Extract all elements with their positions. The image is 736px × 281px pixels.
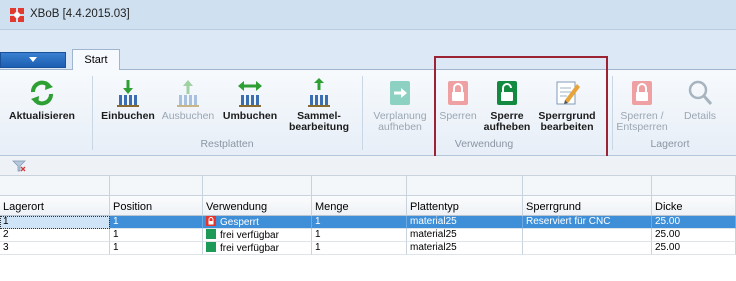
cell-position[interactable]: 1 — [110, 216, 203, 229]
einbuchen-button[interactable]: Einbuchen — [100, 78, 156, 122]
chevron-down-icon — [29, 57, 37, 62]
column-header-sperrgrund[interactable]: Sperrgrund — [523, 196, 652, 216]
clear-filter-icon[interactable] — [12, 160, 26, 172]
filter-cell[interactable] — [0, 176, 110, 196]
column-header-verwendung[interactable]: Verwendung — [203, 196, 312, 216]
quick-access-strip — [0, 30, 736, 46]
verplanung-label-2: aufheben — [378, 121, 422, 133]
verwendung-text: Gesperrt — [220, 217, 259, 228]
cell-verwendung[interactable]: Gesperrt — [203, 216, 312, 229]
window-title: XBoB [4.4.2015.03] — [30, 8, 130, 20]
filter-cell[interactable] — [203, 176, 312, 196]
cell-dicke[interactable]: 25.00 — [652, 216, 736, 229]
free-status-icon — [206, 242, 216, 252]
exit-plan-icon — [390, 81, 410, 105]
cell-menge[interactable]: 1 — [312, 242, 407, 255]
ribbon: Aktualisieren Einbuchen Ausbuchen Umbuch… — [0, 70, 736, 156]
sammelbearbeitung-button[interactable]: Sammel- bearbeitung — [284, 78, 354, 133]
column-header-menge[interactable]: Menge — [312, 196, 407, 216]
group-separator — [612, 76, 613, 150]
filter-cell[interactable] — [407, 176, 523, 196]
transfer-icon — [238, 81, 262, 107]
lock-icon — [632, 81, 652, 105]
ausbuchen-label: Ausbuchen — [161, 110, 215, 122]
sammel-label-2: bearbeitung — [288, 121, 350, 133]
lock-status-icon — [206, 216, 216, 226]
verplanung-aufheben-button[interactable]: Verplanung aufheben — [368, 78, 432, 133]
ausbuchen-button[interactable]: Ausbuchen — [158, 78, 218, 122]
data-grid: Lagerort Position Verwendung Menge Platt… — [0, 176, 736, 281]
grid-toolbar — [0, 156, 736, 176]
details-label: Details — [683, 110, 717, 122]
group-label-lagerort: Lagerort — [650, 138, 690, 150]
batch-edit-icon — [308, 78, 330, 107]
free-status-icon — [206, 229, 216, 239]
cell-lagerort[interactable]: 1 — [0, 216, 110, 229]
cell-sperrgrund[interactable] — [523, 229, 652, 242]
cell-dicke[interactable]: 25.00 — [652, 229, 736, 242]
cell-sperrgrund[interactable] — [523, 242, 652, 255]
umbuchen-button[interactable]: Umbuchen — [220, 78, 280, 122]
group-label-restplatten: Restplatten — [200, 138, 254, 150]
einbuchen-label: Einbuchen — [101, 110, 155, 122]
cell-menge[interactable]: 1 — [312, 216, 407, 229]
column-header-plattentyp[interactable]: Plattentyp — [407, 196, 523, 216]
app-logo-icon — [10, 8, 24, 22]
cell-menge[interactable]: 1 — [312, 229, 407, 242]
magnifier-icon — [688, 80, 713, 105]
verwendung-text: frei verfügbar — [220, 230, 279, 241]
table-row[interactable]: 3 1 frei verfügbar 1 material25 25.00 — [0, 242, 736, 255]
filter-cell[interactable] — [312, 176, 407, 196]
cell-position[interactable]: 1 — [110, 242, 203, 255]
cell-lagerort[interactable]: 3 — [0, 242, 110, 255]
cell-position[interactable]: 1 — [110, 229, 203, 242]
entsperren-label-2: Entsperren — [616, 121, 668, 133]
cell-plattentyp[interactable]: material25 — [407, 242, 523, 255]
highlight-frame — [434, 56, 608, 158]
title-bar: XBoB [4.4.2015.03] — [0, 0, 736, 30]
verwendung-text: frei verfügbar — [220, 243, 279, 254]
sperren-entsperren-button[interactable]: Sperren / Entsperren — [614, 78, 670, 133]
column-header-position[interactable]: Position — [110, 196, 203, 216]
details-button[interactable]: Details — [674, 78, 726, 122]
group-separator — [362, 76, 363, 150]
column-header-dicke[interactable]: Dicke — [652, 196, 736, 216]
tab-start[interactable]: Start — [72, 49, 120, 71]
cell-verwendung[interactable]: frei verfügbar — [203, 242, 312, 255]
cell-plattentyp[interactable]: material25 — [407, 229, 523, 242]
filter-cell[interactable] — [110, 176, 203, 196]
cell-dicke[interactable]: 25.00 — [652, 242, 736, 255]
table-row[interactable]: 2 1 frei verfügbar 1 material25 25.00 — [0, 229, 736, 242]
application-menu-button[interactable] — [0, 52, 66, 68]
cell-plattentyp[interactable]: material25 — [407, 216, 523, 229]
ribbon-tab-bar: Start — [0, 46, 736, 71]
cell-lagerort[interactable]: 2 — [0, 229, 110, 242]
filter-cell[interactable] — [523, 176, 652, 196]
table-row[interactable]: 1 1 Gesperrt 1 material25 Reserviert für… — [0, 216, 736, 229]
column-header-lagerort[interactable]: Lagerort — [0, 196, 110, 216]
header-row: Lagerort Position Verwendung Menge Platt… — [0, 196, 736, 216]
filter-cell[interactable] — [652, 176, 736, 196]
cell-sperrgrund[interactable]: Reserviert für CNC — [523, 216, 652, 229]
aktualisieren-button[interactable]: Aktualisieren — [4, 78, 80, 122]
umbuchen-label: Umbuchen — [222, 110, 278, 122]
aktualisieren-label: Aktualisieren — [9, 110, 75, 122]
cell-verwendung[interactable]: frei verfügbar — [203, 229, 312, 242]
book-in-icon — [117, 80, 139, 107]
group-separator — [92, 76, 93, 150]
refresh-icon — [31, 80, 53, 106]
book-out-icon — [177, 80, 199, 107]
filter-row — [0, 176, 736, 196]
